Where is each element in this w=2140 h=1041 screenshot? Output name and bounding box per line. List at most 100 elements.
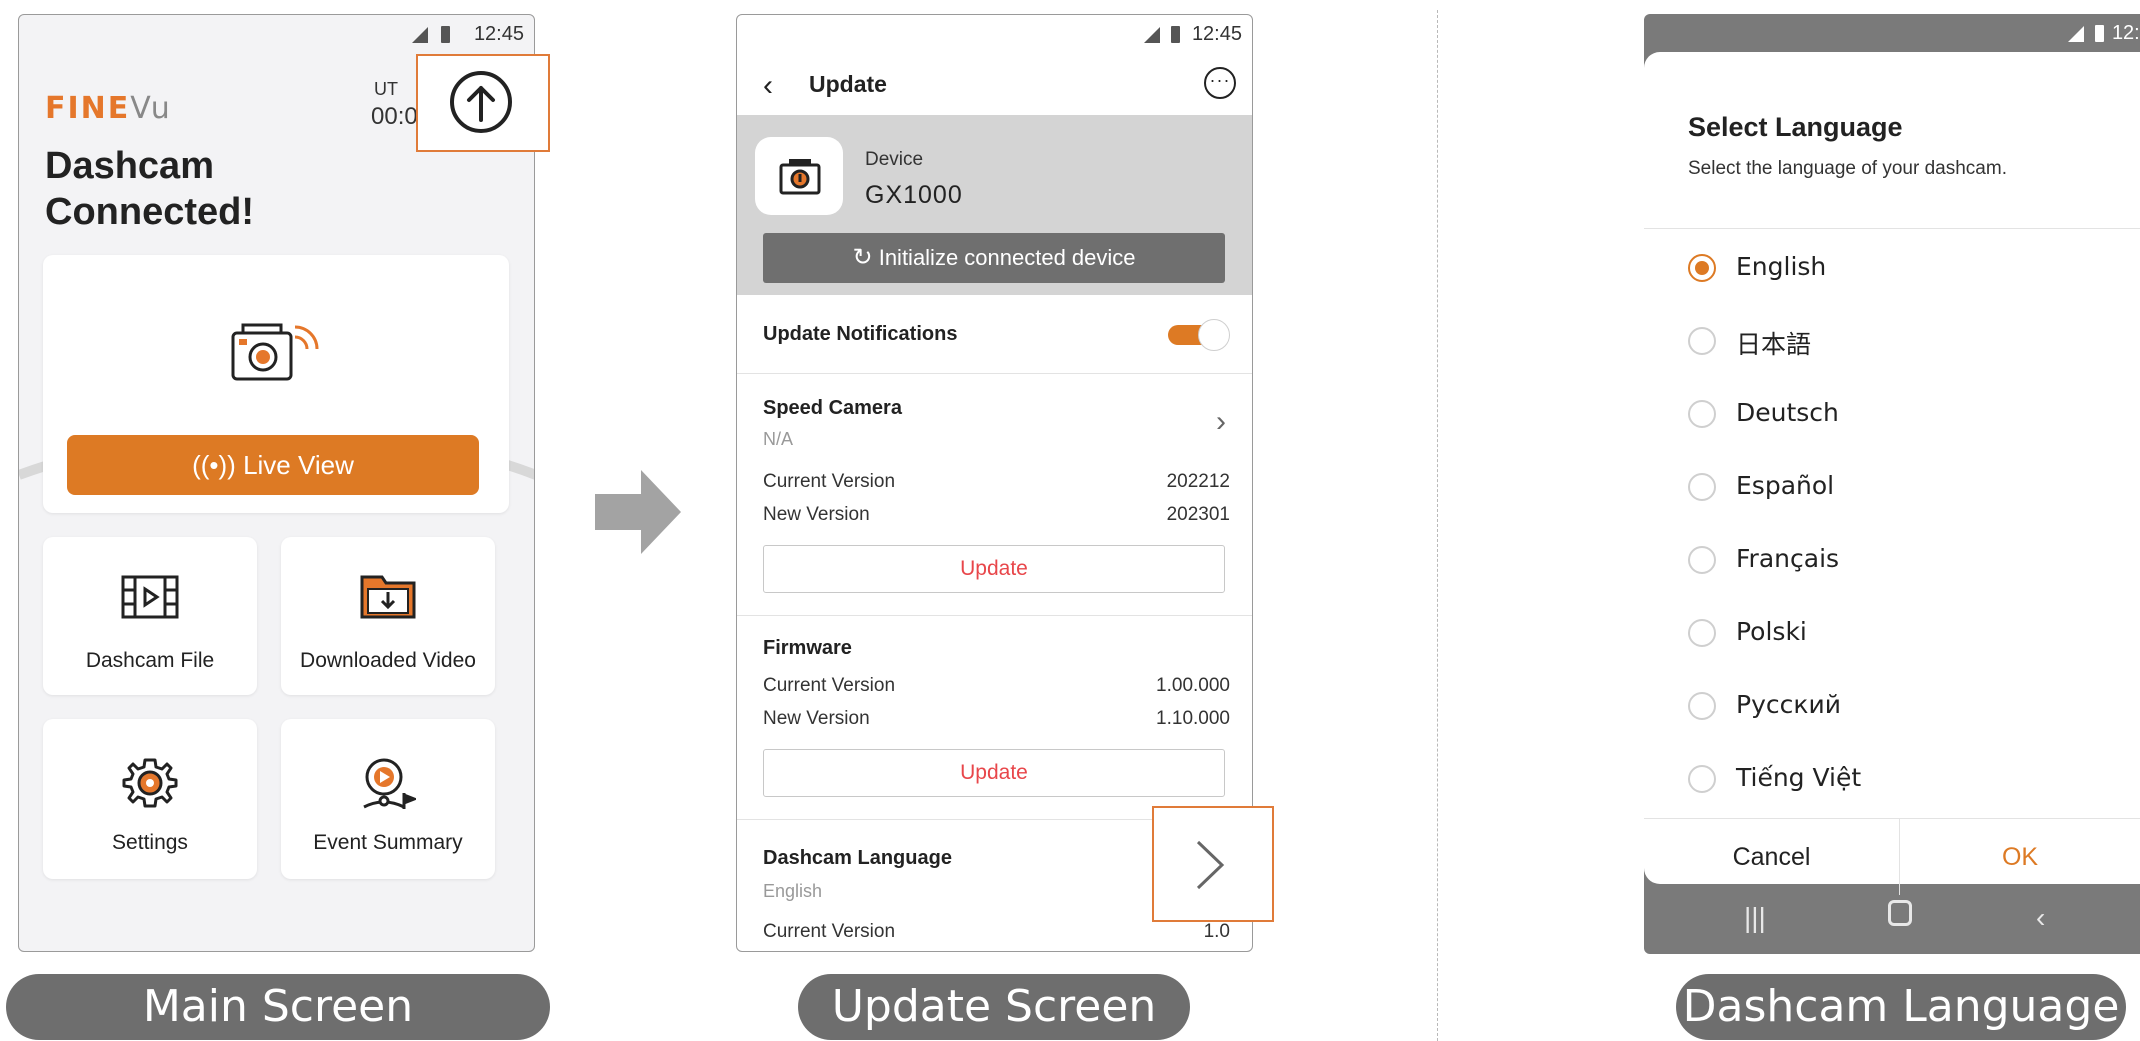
status-time: 12:45 [2111, 22, 2140, 44]
section-divider [1437, 10, 1438, 1041]
tile-event-summary[interactable]: Event Summary [281, 719, 495, 879]
language-label: English [1736, 252, 1827, 281]
speed-camera-update-button[interactable]: Update [763, 545, 1225, 593]
status-bar: 12:45 [19, 15, 534, 53]
battery-icon [1171, 26, 1180, 43]
more-icon[interactable]: ··· [1204, 67, 1236, 99]
speed-current-label: Current Version [763, 471, 896, 492]
device-label: Device [865, 149, 924, 170]
device-name: GX1000 [865, 181, 963, 209]
speed-new-label: New Version [763, 504, 870, 525]
back-icon[interactable]: ‹ [763, 69, 773, 103]
tile-label: Event Summary [313, 831, 463, 854]
radio-unselected[interactable] [1688, 765, 1716, 793]
divider [737, 373, 1252, 374]
tile-downloaded-video[interactable]: Downloaded Video [281, 537, 495, 695]
language-option-spanish[interactable]: Español [1644, 451, 2140, 524]
tile-label: Settings [112, 831, 188, 854]
upload-button[interactable] [450, 71, 512, 133]
dialog-title: Select Language [1688, 112, 1903, 142]
language-option-vietnamese[interactable]: Tiếng Việt [1644, 743, 2140, 816]
speed-new-value: 202301 [1166, 504, 1230, 525]
radio-unselected[interactable] [1688, 619, 1716, 647]
initialize-device-button[interactable]: ↻ Initialize connected device [763, 233, 1225, 283]
event-summary-icon [363, 758, 416, 809]
main-screen-phone: 12:45 FINEVu UT 00:0 Dashcam Connected! … [18, 14, 535, 952]
language-label: 日本語 [1736, 330, 1812, 359]
home-icon[interactable] [1888, 900, 1912, 926]
device-icon-box [755, 137, 843, 215]
notifications-toggle[interactable] [1168, 319, 1230, 351]
dashcam-icon [779, 159, 821, 195]
dashcam-wifi-icon [231, 323, 319, 381]
tile-dashcam-file[interactable]: Dashcam File [43, 537, 257, 695]
arrow-up-icon [467, 86, 495, 122]
divider [1644, 228, 2140, 229]
refresh-icon: ↻ [852, 244, 873, 271]
speed-camera-title: Speed Camera [763, 397, 902, 419]
language-current-value: 1.0 [1203, 921, 1230, 942]
radio-unselected[interactable] [1688, 400, 1716, 428]
speed-current-value: 202212 [1166, 471, 1230, 492]
dialog-actions: Cancel OK [1644, 818, 2140, 895]
signal-icon [2068, 26, 2084, 42]
signal-icon [1144, 27, 1160, 43]
dialog-subtitle: Select the language of your dashcam. [1688, 158, 2007, 179]
chevron-right-icon[interactable]: › [1216, 405, 1226, 439]
ut-time: 00:0 [371, 103, 418, 130]
speed-camera-status: N/A [763, 429, 794, 449]
firmware-update-button[interactable]: Update [763, 749, 1225, 797]
language-label: Русский [1736, 690, 1841, 719]
radio-unselected[interactable] [1688, 473, 1716, 501]
tile-settings[interactable]: Settings [43, 719, 257, 879]
download-folder-icon [360, 575, 416, 619]
live-view-card: ((•)) Live View [43, 255, 509, 513]
signal-icon [412, 27, 428, 43]
radio-selected[interactable] [1688, 254, 1716, 282]
battery-icon [2095, 25, 2104, 42]
chevron-right-icon[interactable] [1190, 838, 1230, 892]
gear-icon [122, 758, 178, 808]
radio-unselected[interactable] [1688, 327, 1716, 355]
status-bar: 12:45 [737, 15, 1252, 53]
recent-apps-icon[interactable]: ||| [1744, 902, 1766, 934]
status-time: 12:45 [473, 23, 524, 45]
language-screen-phone: 12:45 Select Language Select the languag… [1644, 14, 2140, 954]
tile-label: Dashcam File [85, 649, 215, 672]
language-label: Deutsch [1736, 398, 1839, 427]
language-option-polish[interactable]: Polski [1644, 597, 2140, 670]
flow-arrow-icon [595, 470, 681, 554]
tile-label: Downloaded Video [300, 649, 476, 672]
notifications-label: Update Notifications [763, 323, 958, 345]
language-option-japanese[interactable]: 日本語 [1644, 305, 2140, 378]
status-bar: 12:45 [1644, 14, 2140, 52]
language-label: Tiếng Việt [1736, 763, 1862, 792]
firmware-new-value: 1.10.000 [1156, 708, 1230, 729]
language-option-russian[interactable]: Русский [1644, 670, 2140, 743]
caption-update-screen: Update Screen [798, 974, 1190, 1040]
page-title: Dashcam Connected! [45, 145, 254, 233]
language-option-german[interactable]: Deutsch [1644, 378, 2140, 451]
language-option-french[interactable]: Français [1644, 524, 2140, 597]
dashcam-language-current: English [763, 881, 823, 901]
language-label: Español [1736, 471, 1835, 500]
video-file-icon [121, 575, 179, 619]
finevu-logo: FINEVu [45, 91, 172, 126]
radio-unselected[interactable] [1688, 546, 1716, 574]
firmware-new-label: New Version [763, 708, 870, 729]
radio-unselected[interactable] [1688, 692, 1716, 720]
app-header: ‹ Update ··· [737, 53, 1252, 115]
live-view-button[interactable]: ((•)) Live View [67, 435, 479, 495]
caption-main-screen: Main Screen (connected) [6, 974, 550, 1040]
dashcam-language-title: Dashcam Language [763, 847, 952, 869]
language-option-english[interactable]: English [1644, 232, 2140, 305]
ut-label: UT [374, 79, 398, 99]
status-time: 12:45 [1191, 23, 1242, 45]
language-label: Polski [1736, 617, 1807, 646]
language-dialog: Select Language Select the language of y… [1644, 52, 2140, 895]
caption-dashcam-language: Dashcam Language [1676, 974, 2126, 1040]
nav-back-icon[interactable]: ‹ [2036, 902, 2045, 934]
language-current-label: Current Version [763, 921, 896, 942]
page-title: Update [809, 71, 887, 97]
update-highlight [416, 54, 550, 152]
